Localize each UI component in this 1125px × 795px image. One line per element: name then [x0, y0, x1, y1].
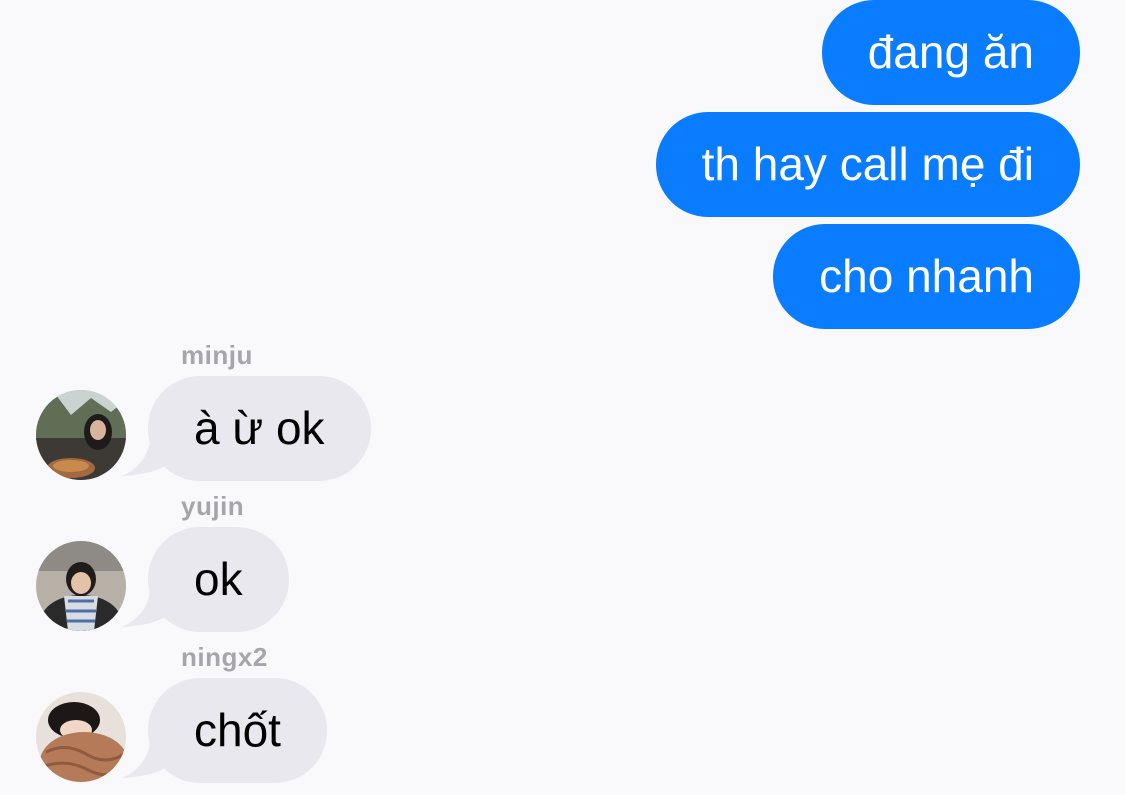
incoming-message-bubble[interactable]: chốt — [148, 678, 327, 783]
user-photo-icon — [36, 692, 126, 782]
chat-thread: đang ăn th hay call mẹ đi cho nhanh minj… — [0, 0, 1125, 795]
sender-name: minju — [181, 340, 253, 370]
outgoing-message-bubble[interactable]: đang ăn — [821, 0, 1080, 105]
avatar[interactable] — [36, 541, 126, 631]
incoming-message-bubble[interactable]: à ừ ok — [148, 376, 371, 481]
sender-name: ningx2 — [181, 642, 268, 672]
outgoing-message-bubble[interactable]: th hay call mẹ đi — [655, 112, 1080, 217]
avatar[interactable] — [36, 692, 126, 782]
user-photo-icon — [36, 541, 126, 631]
user-photo-icon — [36, 390, 126, 480]
outgoing-message-bubble[interactable]: cho nhanh — [773, 224, 1080, 329]
sender-name: yujin — [181, 491, 245, 521]
avatar[interactable] — [36, 390, 126, 480]
incoming-message-bubble[interactable]: ok — [148, 527, 289, 632]
